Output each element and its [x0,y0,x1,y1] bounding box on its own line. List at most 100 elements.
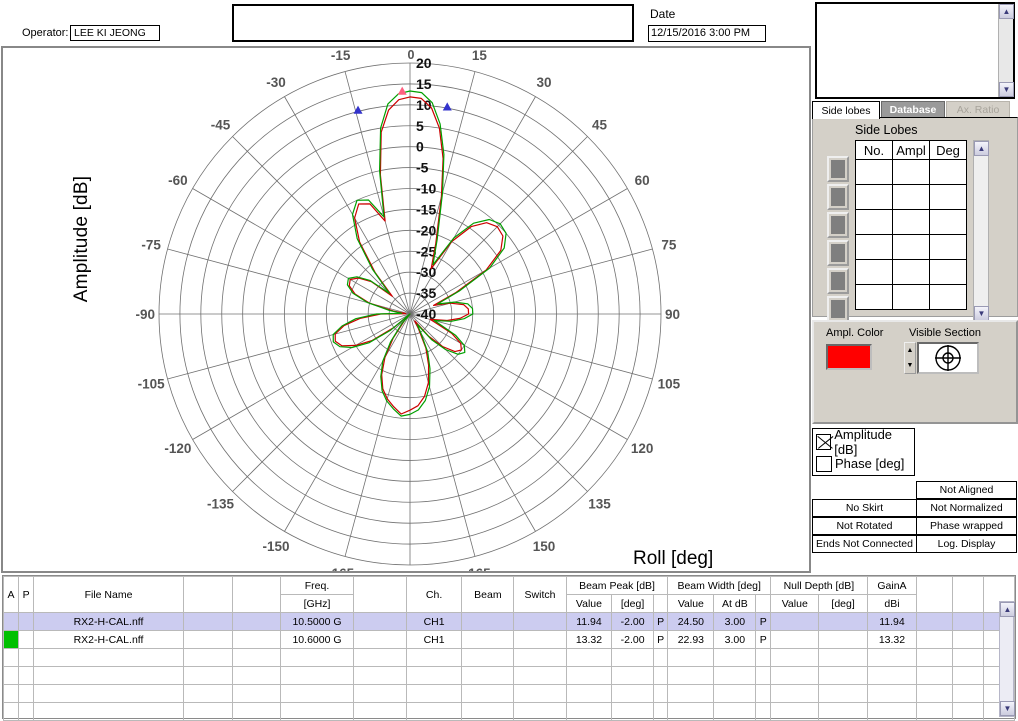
table-cell[interactable] [892,259,930,285]
phase-checkbox[interactable] [816,455,832,472]
cell-blank2[interactable] [231,630,282,649]
status-not-aligned[interactable]: Not Aligned [916,481,1017,499]
cell-switch[interactable] [513,630,567,649]
cell-switch[interactable] [513,648,567,667]
cell-blank3[interactable] [352,612,407,631]
side-lobe-button[interactable] [827,296,849,322]
cell-null-depth-value[interactable] [770,648,820,667]
cell-blank4[interactable] [916,702,953,721]
cell-gain[interactable] [866,666,918,685]
cell-beam[interactable] [461,684,515,703]
amplitude-checkbox[interactable] [816,433,832,450]
cell-channel[interactable] [405,666,463,685]
table-row[interactable]: RX2-H-CAL.nff 10.5000 G CH1 11.94 -2.00 P 24.5… [2,612,1016,631]
cell-blank5[interactable] [951,666,984,685]
cell-beam-width-at-db[interactable] [713,702,757,721]
cell-blank5[interactable] [951,648,984,667]
cell-null-depth-deg[interactable] [818,630,868,649]
cell-gain[interactable] [866,648,918,667]
polar-plot-panel[interactable]: Amplitude [dB] Roll [deg] 15 30 45 60 75 90 10… [1,46,811,573]
table-row[interactable] [2,648,1016,667]
cell-blank1[interactable] [182,702,233,721]
date-input[interactable]: 12/15/2016 3:00 PM [648,25,766,42]
cell-freq[interactable] [280,702,354,721]
status-not-normalized[interactable]: Not Normalized [916,499,1017,517]
table-cell[interactable] [929,184,967,210]
table-row[interactable]: RX2-H-CAL.nff 10.6000 G CH1 13.32 -2.00 P 22.9… [2,630,1016,649]
cell-beam-peak-value[interactable] [565,702,613,721]
cell-beam-peak-value[interactable] [565,684,613,703]
cell-beam-width-value[interactable]: 22.93 [667,630,715,649]
row-color-a[interactable] [2,630,20,649]
cell-beam-peak-value[interactable]: 13.32 [565,630,613,649]
cell-gain[interactable]: 13.32 [866,630,918,649]
table-row[interactable] [2,684,1016,703]
scroll-down-icon[interactable]: ▼ [1000,701,1015,716]
cell-file-name[interactable] [33,702,184,721]
cell-blank3[interactable] [352,702,407,721]
cell-freq[interactable] [280,666,354,685]
cell-blank4[interactable] [916,612,953,631]
table-cell[interactable] [855,209,893,235]
results-tabs[interactable]: Side lobes Database Ax. Ratio [812,101,1018,119]
row-color-p[interactable] [18,684,35,703]
row-color-p[interactable] [18,702,35,721]
cell-blank3[interactable] [352,666,407,685]
side-lobes-scrollbar[interactable]: ▲ ▼ [973,140,989,322]
table-row[interactable] [855,234,967,260]
table-row[interactable] [2,702,1016,721]
status-ends-not-connected[interactable]: Ends Not Connected [812,535,917,553]
cell-blank5[interactable] [951,630,984,649]
table-row[interactable] [855,259,967,285]
cell-beam-width-flag[interactable] [755,666,772,685]
cell-file-name[interactable] [33,648,184,667]
cell-blank3[interactable] [352,648,407,667]
side-lobe-button[interactable] [827,212,849,238]
row-color-a[interactable] [2,612,20,631]
cell-blank4[interactable] [916,630,953,649]
cell-null-depth-deg[interactable] [818,684,868,703]
cell-beam-peak-deg[interactable] [611,702,654,721]
table-cell[interactable] [929,209,967,235]
table-cell[interactable] [892,184,930,210]
table-cell[interactable] [855,159,893,185]
row-color-a[interactable] [2,702,20,721]
cell-freq[interactable] [280,648,354,667]
notes-scrollbar[interactable]: ▲ ▼ [998,4,1014,97]
cell-beam-width-at-db[interactable]: 3.00 [713,630,757,649]
cell-channel[interactable] [405,684,463,703]
cell-beam-width-value[interactable] [667,684,715,703]
side-lobe-row-buttons[interactable] [827,156,849,324]
cell-beam-width-flag[interactable] [755,702,772,721]
visible-section-preview[interactable] [917,342,979,374]
cell-file-name[interactable]: RX2-H-CAL.nff [33,612,184,631]
cell-blank5[interactable] [951,612,984,631]
cell-freq[interactable]: 10.5000 G [280,612,354,631]
cell-beam-peak-value[interactable]: 11.94 [565,612,613,631]
title-input[interactable] [232,4,634,42]
cell-channel[interactable] [405,648,463,667]
cell-null-depth-deg[interactable] [818,612,868,631]
side-lobe-button[interactable] [827,240,849,266]
quantity-selector[interactable]: Amplitude [dB] Phase [deg] [812,427,915,476]
cell-beam-peak-value[interactable] [565,666,613,685]
cell-beam-width-flag[interactable] [755,684,772,703]
status-not-rotated[interactable]: Not Rotated [812,517,917,535]
cell-beam[interactable] [461,702,515,721]
cell-blank1[interactable] [182,684,233,703]
ampl-color-swatch[interactable] [826,344,872,370]
cell-blank2[interactable] [231,684,282,703]
cell-file-name[interactable] [33,684,184,703]
measurement-table[interactable]: A P File Name Freq. Ch. Beam Switch Beam Peak [… [2,575,1016,721]
cell-blank3[interactable] [352,684,407,703]
scroll-down-icon[interactable]: ▼ [999,82,1014,97]
cell-file-name[interactable]: RX2-H-CAL.nff [33,630,184,649]
scroll-down-icon[interactable]: ▼ [974,306,989,321]
cell-channel[interactable]: CH1 [405,630,463,649]
status-log-display[interactable]: Log. Display [916,535,1017,553]
cell-null-depth-value[interactable] [770,630,820,649]
cell-beam-width-value[interactable] [667,666,715,685]
scroll-up-icon[interactable]: ▲ [1000,602,1015,617]
phase-option[interactable]: Phase [deg] [816,453,904,474]
row-color-p[interactable] [18,666,35,685]
